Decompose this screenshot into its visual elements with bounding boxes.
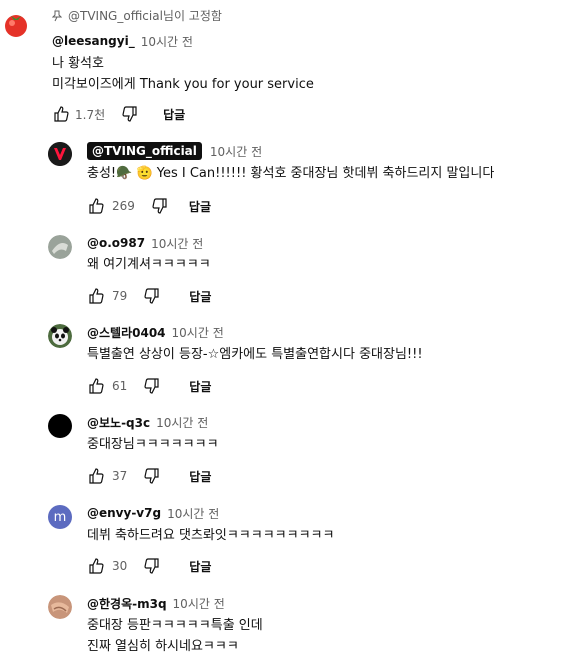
like-count: 37 <box>112 469 128 483</box>
pinned-text: @TVING_official님이 고정함 <box>68 9 222 23</box>
comment-author[interactable]: @TVING_official <box>87 142 202 160</box>
comment-author[interactable]: @한경옥-m3q <box>87 595 167 612</box>
reply-comment: @한경옥-m3q 10시간 전 중대장 등판ㅋㅋㅋㅋㅋ특출 인데 진짜 열심히 … <box>87 595 557 657</box>
like-icon[interactable] <box>52 105 70 123</box>
comment-line: 왜 여기계셔ㅋㅋㅋㅋㅋ <box>87 257 211 272</box>
like-icon[interactable] <box>87 467 105 485</box>
like-count: 1.7천 <box>75 107 106 122</box>
pin-icon <box>52 10 62 22</box>
like-icon[interactable] <box>87 377 105 395</box>
dislike-icon[interactable] <box>151 197 169 215</box>
comment-line: 중대장님ㅋㅋㅋㅋㅋㅋㅋ <box>87 437 219 452</box>
dislike-icon[interactable] <box>143 377 161 395</box>
comment-line: 진짜 열심히 하시네요ㅋㅋㅋ <box>87 639 239 654</box>
pinned-label: @TVING_official님이 고정함 <box>52 7 222 24</box>
avatar[interactable]: m <box>48 505 72 529</box>
avatar[interactable] <box>48 414 72 438</box>
dislike-icon[interactable] <box>143 557 161 575</box>
comment-line: 나 황석호 <box>52 56 104 71</box>
dislike-icon[interactable] <box>143 287 161 305</box>
main-comment: @leesangyi_ 10시간 전 나 황석호 미각보이즈에게 Thank y… <box>52 33 552 122</box>
comment-time[interactable]: 10시간 전 <box>151 235 203 252</box>
comment-line: 충성!🪖 🫡 Yes I Can!!!!!! 황석호 중대장님 핫데뷔 축하드리… <box>87 166 495 181</box>
comment-time[interactable]: 10시간 전 <box>156 414 208 431</box>
reply-comment: @TVING_official 10시간 전 충성!🪖 🫡 Yes I Can!… <box>87 142 557 214</box>
avatar[interactable] <box>48 595 72 619</box>
reply-button[interactable]: 답글 <box>163 106 185 123</box>
comment-line: 특별출연 상상이 등장-☆엠카에도 특별출연합시다 중대장님!!! <box>87 347 423 362</box>
avatar[interactable] <box>48 142 72 166</box>
like-icon[interactable] <box>87 197 105 215</box>
comment-time[interactable]: 10시간 전 <box>141 33 193 50</box>
like-icon[interactable] <box>87 557 105 575</box>
like-count: 269 <box>112 199 135 213</box>
avatar[interactable] <box>48 235 72 259</box>
comment-text: 나 황석호 미각보이즈에게 Thank you for your service <box>52 53 552 95</box>
comment-text: 충성!🪖 🫡 Yes I Can!!!!!! 황석호 중대장님 핫데뷔 축하드리… <box>87 163 557 184</box>
reply-button[interactable]: 답글 <box>189 558 211 575</box>
comment-author[interactable]: @스텔라0404 <box>87 324 166 341</box>
reply-button[interactable]: 답글 <box>189 468 211 485</box>
dislike-icon[interactable] <box>143 467 161 485</box>
reply-comment: @envy-v7g 10시간 전 데뷔 축하드려요 댓츠롸잇ㅋㅋㅋㅋㅋㅋㅋㅋㅋ … <box>87 505 557 574</box>
like-count: 61 <box>112 379 128 393</box>
comment-line: 중대장 등판ㅋㅋㅋㅋㅋ특출 인데 <box>87 618 263 633</box>
dislike-icon[interactable] <box>121 105 139 123</box>
comment-line: 미각보이즈에게 Thank you for your service <box>52 77 314 92</box>
comment-text: 특별출연 상상이 등장-☆엠카에도 특별출연합시다 중대장님!!! <box>87 344 557 365</box>
reply-comment: @보노-q3c 10시간 전 중대장님ㅋㅋㅋㅋㅋㅋㅋ 37 답글 <box>87 414 557 484</box>
comment-text: 데뷔 축하드려요 댓츠롸잇ㅋㅋㅋㅋㅋㅋㅋㅋㅋ <box>87 525 557 546</box>
comment-text: 중대장님ㅋㅋㅋㅋㅋㅋㅋ <box>87 434 557 455</box>
comment-line: 데뷔 축하드려요 댓츠롸잇ㅋㅋㅋㅋㅋㅋㅋㅋㅋ <box>87 528 335 543</box>
comment-author[interactable]: @o.o987 <box>87 236 145 250</box>
comment-time[interactable]: 10시간 전 <box>210 143 262 160</box>
reply-button[interactable]: 답글 <box>189 288 211 305</box>
like-count: 79 <box>112 289 128 303</box>
comment-author[interactable]: @envy-v7g <box>87 506 161 520</box>
like-count: 30 <box>112 559 128 573</box>
comment-time[interactable]: 10시간 전 <box>173 595 225 612</box>
reply-button[interactable]: 답글 <box>189 198 211 215</box>
reply-comment: @스텔라0404 10시간 전 특별출연 상상이 등장-☆엠카에도 특별출연합시… <box>87 324 557 394</box>
comment-time[interactable]: 10시간 전 <box>172 324 224 341</box>
comment-author[interactable]: @leesangyi_ <box>52 34 135 48</box>
reply-button[interactable]: 답글 <box>189 378 211 395</box>
reply-comment: @o.o987 10시간 전 왜 여기계셔ㅋㅋㅋㅋㅋ 79 답글 <box>87 235 557 304</box>
comment-text: 왜 여기계셔ㅋㅋㅋㅋㅋ <box>87 254 557 275</box>
avatar[interactable] <box>48 324 72 348</box>
comment-text: 중대장 등판ㅋㅋㅋㅋㅋ특출 인데 진짜 열심히 하시네요ㅋㅋㅋ <box>87 615 557 657</box>
comment-time[interactable]: 10시간 전 <box>167 505 219 522</box>
avatar[interactable] <box>2 10 30 38</box>
like-icon[interactable] <box>87 287 105 305</box>
comment-author[interactable]: @보노-q3c <box>87 414 150 431</box>
